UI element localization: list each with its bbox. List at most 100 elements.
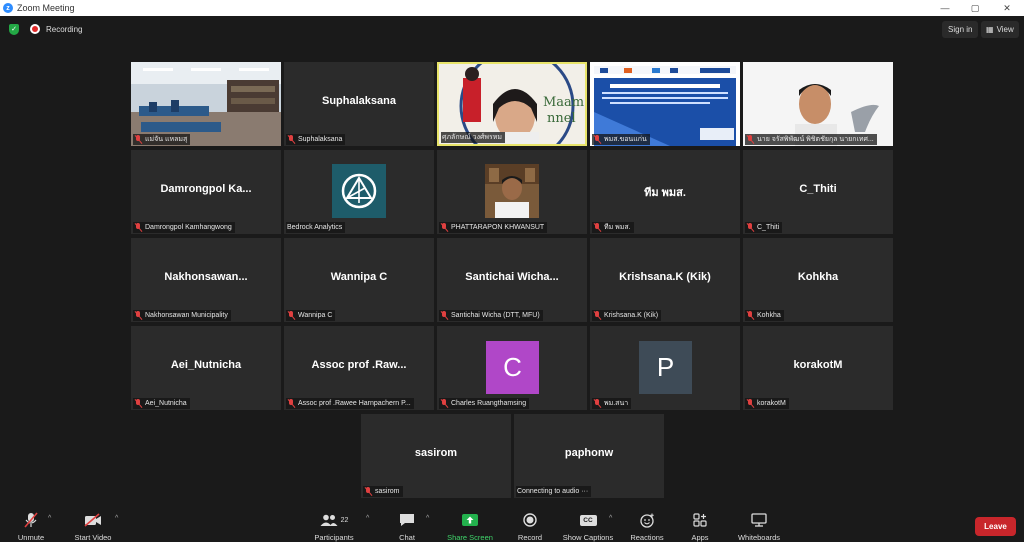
participant-tile[interactable]: Damrongpol Ka... Damrongpol Kamhangwong	[131, 150, 281, 234]
video-options-chevron-icon[interactable]: ^	[115, 515, 118, 522]
participant-name-label: PHATTARAPON KHWANSUT	[439, 222, 548, 233]
muted-microphone-icon	[440, 223, 448, 232]
participant-tile[interactable]: ทีม พมส. ทีม พมส.	[590, 150, 740, 234]
leave-button[interactable]: Leave	[975, 517, 1016, 536]
record-label: Record	[517, 533, 543, 542]
participant-tile[interactable]: Santichai Wicha... Santichai Wicha (DTT, …	[437, 238, 587, 322]
participant-tile[interactable]: PHATTARAPON KHWANSUT	[437, 150, 587, 234]
participant-tile[interactable]: แม่จัน แหลมสุ	[131, 62, 281, 146]
muted-microphone-icon	[134, 135, 142, 144]
participant-tile[interactable]: Nakhonsawan... Nakhonsawan Municipality	[131, 238, 281, 322]
record-button[interactable]: Record	[514, 507, 546, 542]
start-video-label: Start Video	[74, 533, 112, 542]
whiteboards-label: Whiteboards	[737, 533, 781, 542]
participant-name: แม่จัน แหลมสุ	[145, 136, 188, 143]
participants-chevron-icon[interactable]: ^	[366, 515, 369, 522]
muted-microphone-icon	[364, 487, 372, 496]
participant-name-label: Charles Ruangthamsing	[439, 398, 530, 409]
whiteboard-icon	[751, 512, 767, 528]
participant-tile[interactable]: C Charles Ruangthamsing	[437, 326, 587, 410]
participant-name-label: Assoc prof .Rawee Harnpachern P...	[286, 398, 414, 409]
participant-name-label: C_Thiti	[745, 222, 783, 233]
chat-button[interactable]: Chat	[394, 507, 420, 542]
participant-name-label: Bedrock Analytics	[286, 222, 346, 233]
participant-tile[interactable]: Suphalaksana Suphalaksana	[284, 62, 434, 146]
participant-tile[interactable]: นาย จรัสพิพัฒน์ พิชิตชัยกุล นายกเทศ...	[743, 62, 893, 146]
participant-display-name: ทีม พมส.	[644, 187, 686, 199]
record-icon	[523, 512, 537, 528]
start-video-button[interactable]: Start Video	[72, 507, 114, 542]
muted-microphone-icon	[746, 311, 754, 320]
show-captions-button[interactable]: CC Show Captions	[560, 507, 616, 542]
participant-tile[interactable]: Maam nnel ศุภลักษณ์ วงศ์พรหม	[437, 62, 587, 146]
participant-name: พมส.ขอนแก่น	[604, 136, 647, 143]
participant-display-name: Kohkha	[797, 271, 839, 283]
reactions-button[interactable]: Reactions	[628, 507, 666, 542]
sign-in-button[interactable]: Sign in	[942, 21, 979, 38]
unmute-button[interactable]: Unmute	[14, 507, 48, 542]
smiley-icon	[639, 512, 655, 528]
participant-name: C_Thiti	[757, 224, 780, 231]
apps-button[interactable]: Apps	[688, 507, 712, 542]
captions-icon-wrap: CC	[579, 512, 597, 528]
participants-button[interactable]: 22 Participants	[312, 507, 356, 542]
participant-tile[interactable]: Assoc prof .Raw... Assoc prof .Rawee Harn…	[284, 326, 434, 410]
window-titlebar: z Zoom Meeting — ▢ ✕	[0, 0, 1024, 16]
close-icon[interactable]: ✕	[992, 0, 1022, 16]
closed-captions-icon: CC	[579, 514, 597, 526]
participant-tile[interactable]: paphonw Connecting to audio ···	[514, 414, 664, 498]
participant-tile[interactable]: Krishsana.K (Kik) Krishsana.K (Kik)	[590, 238, 740, 322]
chat-label: Chat	[399, 533, 415, 542]
participant-display-name: paphonw	[564, 447, 614, 459]
participant-tile[interactable]: sasirom sasirom	[361, 414, 511, 498]
participants-icon-wrap: 22	[320, 512, 348, 528]
encryption-shield-icon[interactable]: ✓	[9, 23, 19, 35]
participant-display-name: Santichai Wicha...	[465, 271, 559, 283]
participant-tile[interactable]: Aei_Nutnicha Aei_Nutnicha	[131, 326, 281, 410]
recording-icon	[30, 24, 40, 34]
participant-display-name: Damrongpol Ka...	[160, 183, 252, 195]
muted-microphone-icon	[746, 135, 754, 144]
participant-tile[interactable]: พมส.ขอนแก่น	[590, 62, 740, 146]
muted-microphone-icon	[287, 399, 295, 408]
share-screen-icon	[462, 512, 478, 528]
video-off-icon	[84, 512, 102, 528]
participant-display-name: Suphalaksana	[322, 95, 396, 107]
participant-name-label: korakotM	[745, 398, 789, 409]
participant-name: Connecting to audio ···	[517, 488, 589, 495]
audio-options-chevron-icon[interactable]: ^	[48, 515, 51, 522]
muted-microphone-icon	[134, 399, 142, 408]
participant-name-label: sasirom	[363, 486, 403, 497]
muted-microphone-icon	[134, 311, 142, 320]
share-screen-button[interactable]: Share Screen	[444, 507, 496, 542]
participant-name-label: Kohkha	[745, 310, 784, 321]
muted-microphone-icon	[440, 399, 448, 408]
captions-chevron-icon[interactable]: ^	[609, 515, 612, 522]
participant-tile[interactable]: P พม.สนา	[590, 326, 740, 410]
share-screen-label: Share Screen	[447, 533, 493, 542]
participant-tile[interactable]: C_Thiti C_Thiti	[743, 150, 893, 234]
participant-name: korakotM	[757, 400, 786, 407]
muted-microphone-icon	[593, 399, 601, 408]
bedrock-analytics-logo	[332, 164, 386, 218]
maximize-icon[interactable]: ▢	[960, 0, 990, 16]
whiteboards-button[interactable]: Whiteboards	[734, 507, 784, 542]
muted-microphone-icon	[746, 223, 754, 232]
participants-icon	[320, 514, 338, 526]
participant-name: Krishsana.K (Kik)	[604, 312, 659, 319]
chat-chevron-icon[interactable]: ^	[426, 515, 429, 522]
participant-name: Damrongpol Kamhangwong	[145, 224, 232, 231]
participant-tile[interactable]: Wannipa C Wannipa C	[284, 238, 434, 322]
minimize-icon[interactable]: —	[930, 0, 960, 16]
participant-tile[interactable]: korakotM korakotM	[743, 326, 893, 410]
participant-name-label: Nakhonsawan Municipality	[133, 310, 231, 321]
participant-display-name: Aei_Nutnicha	[170, 359, 242, 371]
participant-name: PHATTARAPON KHWANSUT	[451, 224, 545, 231]
view-button[interactable]: ▦ View	[981, 21, 1019, 38]
participant-display-name: Nakhonsawan...	[164, 271, 248, 283]
participant-display-name: C_Thiti	[799, 183, 837, 195]
participant-tile[interactable]: Bedrock Analytics	[284, 150, 434, 234]
participant-name-label: Damrongpol Kamhangwong	[133, 222, 235, 233]
participant-tile[interactable]: Kohkha Kohkha	[743, 238, 893, 322]
participant-name-label: แม่จัน แหลมสุ	[133, 134, 191, 145]
